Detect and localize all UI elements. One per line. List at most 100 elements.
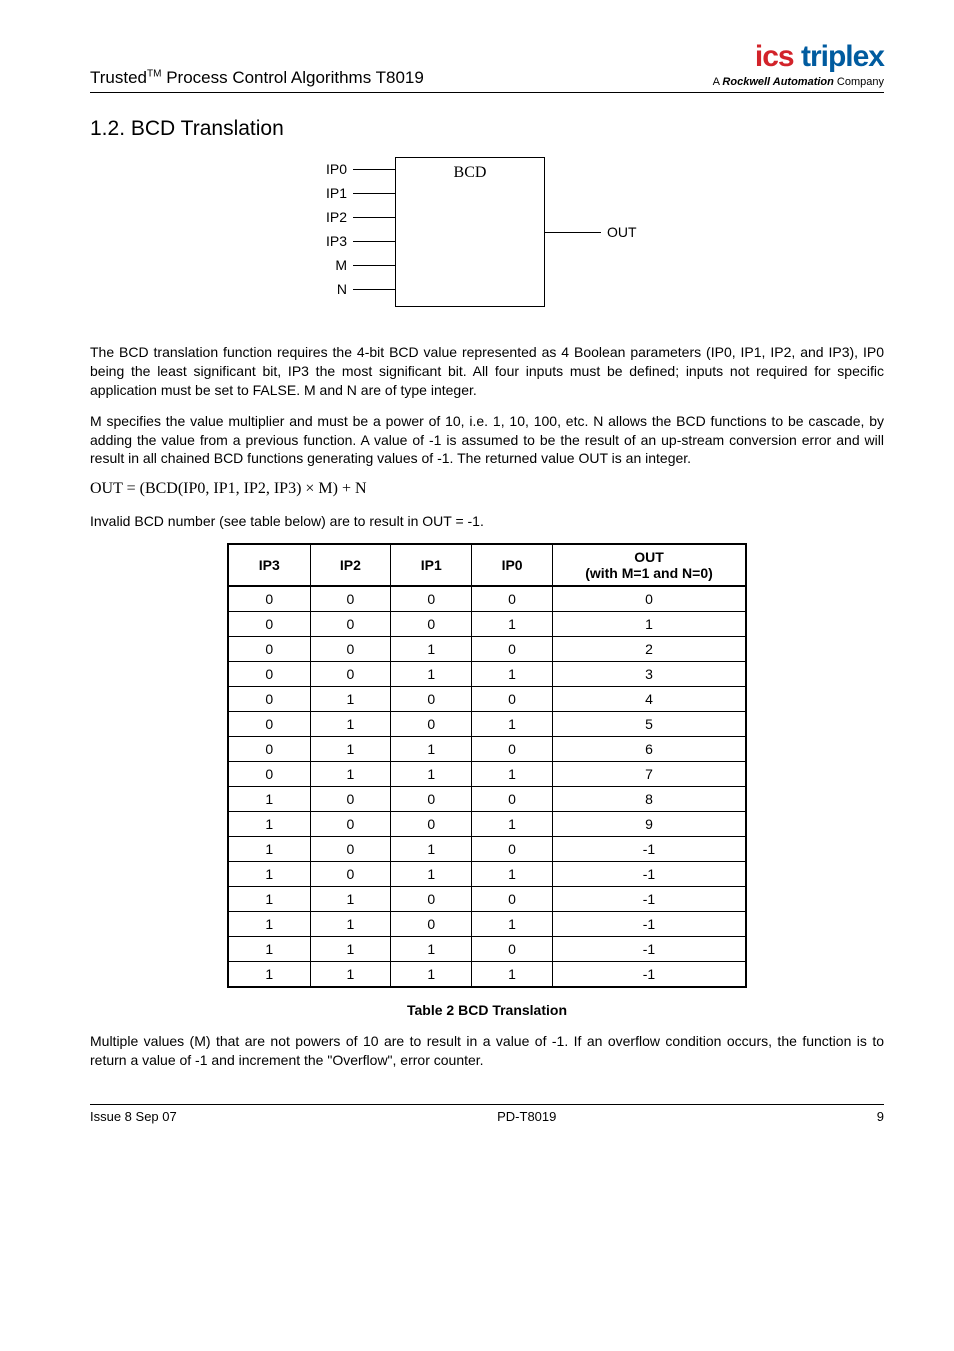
table-cell: 0 [391, 812, 472, 837]
table-row: 01106 [228, 737, 746, 762]
col-header-ip0: IP0 [472, 544, 553, 586]
paragraph-2: M specifies the value multiplier and mus… [90, 412, 884, 469]
doc-title-prefix: Trusted [90, 68, 147, 87]
table-cell: 0 [228, 762, 310, 787]
logo-sub-prefix: A [713, 76, 723, 88]
table-cell: 1 [228, 787, 310, 812]
table-cell: 1 [228, 812, 310, 837]
table-cell: 2 [553, 637, 747, 662]
table-cell: 0 [472, 737, 553, 762]
table-cell: 0 [310, 612, 391, 637]
table-cell: 0 [391, 586, 472, 612]
doc-title-suffix: Process Control Algorithms T8019 [161, 68, 423, 87]
table-cell: 1 [391, 662, 472, 687]
input-label-ip0: IP0 [307, 157, 347, 181]
input-label-ip1: IP1 [307, 181, 347, 205]
table-cell: 0 [310, 787, 391, 812]
table-cell: 1 [228, 912, 310, 937]
table-cell: 0 [472, 586, 553, 612]
table-cell: -1 [553, 937, 747, 962]
table-cell: 1 [310, 887, 391, 912]
table-cell: 1 [310, 912, 391, 937]
table-cell: 0 [228, 612, 310, 637]
table-row: 10008 [228, 787, 746, 812]
footer-right: 9 [877, 1109, 884, 1124]
table-cell: 1 [391, 762, 472, 787]
table-row: 1101-1 [228, 912, 746, 937]
table-cell: 9 [553, 812, 747, 837]
table-cell: 1 [472, 862, 553, 887]
page: TrustedTM Process Control Algorithms T80… [0, 0, 954, 1154]
table-cell: 0 [228, 586, 310, 612]
table-cell: 0 [472, 937, 553, 962]
table-row: 1100-1 [228, 887, 746, 912]
table-cell: 1 [472, 762, 553, 787]
footer-center: PD-T8019 [497, 1109, 556, 1124]
table-cell: 0 [310, 586, 391, 612]
table-cell: 0 [391, 612, 472, 637]
table-cell: 0 [391, 687, 472, 712]
table-row: 00000 [228, 586, 746, 612]
table-cell: 0 [472, 887, 553, 912]
bcd-box: BCD [395, 157, 545, 307]
output-label: OUT [607, 224, 637, 240]
input-label-ip2: IP2 [307, 205, 347, 229]
table-cell: 1 [472, 712, 553, 737]
col-header-ip3: IP3 [228, 544, 310, 586]
table-cell: 1 [391, 937, 472, 962]
table-cell: 1 [472, 662, 553, 687]
table-cell: 0 [228, 637, 310, 662]
doc-title: TrustedTM Process Control Algorithms T80… [90, 68, 424, 88]
table-row: 01004 [228, 687, 746, 712]
formula: OUT = (BCD(IP0, IP1, IP2, IP3) × M) + N [90, 480, 884, 498]
bcd-box-label: BCD [396, 164, 544, 182]
bcd-diagram: IP0 IP1 IP2 IP3 M N BCD OUT [307, 157, 667, 327]
table-row: 10019 [228, 812, 746, 837]
logo: ics triplex A Rockwell Automation Compan… [713, 40, 884, 88]
diagram-container: IP0 IP1 IP2 IP3 M N BCD OUT [90, 157, 884, 327]
table-cell: 0 [310, 812, 391, 837]
logo-ics: ics [755, 40, 794, 73]
table-cell: 1 [310, 962, 391, 988]
table-cell: 0 [310, 837, 391, 862]
page-header: TrustedTM Process Control Algorithms T80… [90, 40, 884, 93]
table-cell: 1 [228, 962, 310, 988]
input-label-m: M [307, 253, 347, 277]
table-cell: 1 [472, 912, 553, 937]
table-cell: 1 [472, 962, 553, 988]
table-row: 00113 [228, 662, 746, 687]
table-cell: 8 [553, 787, 747, 812]
table-cell: 7 [553, 762, 747, 787]
table-cell: 4 [553, 687, 747, 712]
table-cell: 0 [472, 687, 553, 712]
table-cell: -1 [553, 837, 747, 862]
table-row: 00102 [228, 637, 746, 662]
table-row: 1011-1 [228, 862, 746, 887]
table-cell: 0 [553, 586, 747, 612]
table-cell: 0 [472, 637, 553, 662]
paragraph-1: The BCD translation function requires th… [90, 343, 884, 400]
table-cell: 0 [391, 712, 472, 737]
table-cell: 1 [472, 612, 553, 637]
table-cell: 0 [310, 862, 391, 887]
table-row: 00011 [228, 612, 746, 637]
table-cell: 1 [391, 962, 472, 988]
table-cell: 1 [472, 812, 553, 837]
table-cell: 0 [228, 687, 310, 712]
table-cell: 1 [310, 737, 391, 762]
table-cell: 0 [228, 712, 310, 737]
table-cell: 1 [391, 862, 472, 887]
table-cell: -1 [553, 887, 747, 912]
col-header-ip1: IP1 [391, 544, 472, 586]
table-cell: 1 [310, 937, 391, 962]
table-cell: -1 [553, 962, 747, 988]
table-cell: 1 [228, 937, 310, 962]
table-row: 1010-1 [228, 837, 746, 862]
out-header-line2: (with M=1 and N=0) [559, 565, 739, 581]
table-cell: 1 [391, 637, 472, 662]
table-caption: Table 2 BCD Translation [90, 1002, 884, 1018]
table-row: 01015 [228, 712, 746, 737]
diagram-input-labels: IP0 IP1 IP2 IP3 M N [307, 157, 347, 301]
table-cell: 0 [228, 662, 310, 687]
logo-text: ics triplex [713, 40, 884, 74]
